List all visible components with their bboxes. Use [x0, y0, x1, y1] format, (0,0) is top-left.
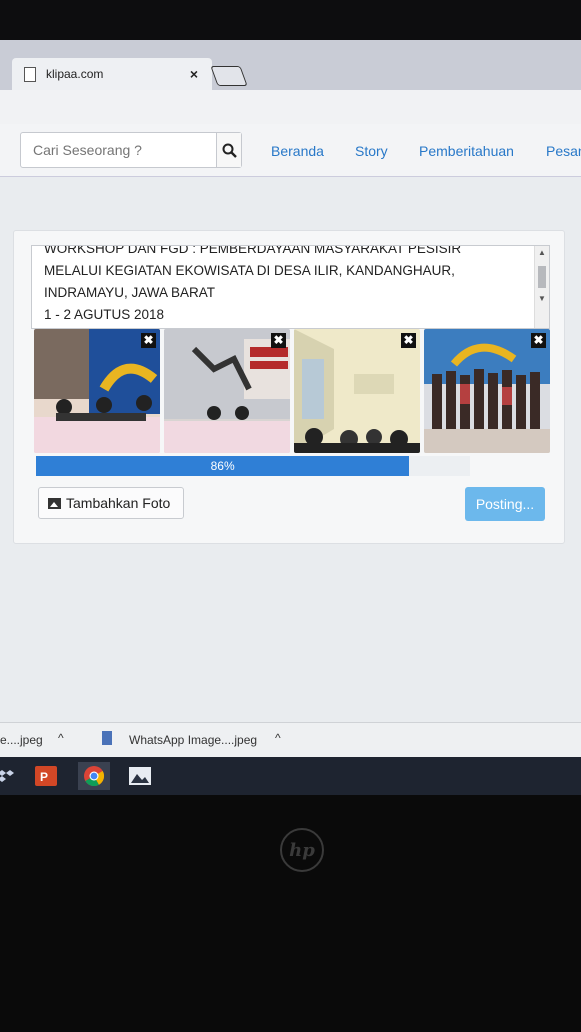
textarea-scrollbar[interactable]: ▲ ▼ [534, 246, 549, 328]
nav-beranda[interactable]: Beranda [271, 143, 324, 159]
search-box [20, 132, 242, 168]
dropbox-icon[interactable] [0, 762, 22, 790]
search-input[interactable] [21, 133, 216, 167]
upload-progress-bar: 86% [36, 456, 410, 476]
screen: klipaa.com × Beranda Story Pemberitahuan… [0, 40, 581, 795]
search-button[interactable] [216, 133, 241, 167]
scroll-down-icon[interactable]: ▼ [538, 294, 546, 303]
file-icon [102, 731, 112, 745]
remove-photo-icon[interactable]: ✖ [141, 333, 156, 348]
photo-thumbnail[interactable]: ✖ [294, 329, 420, 453]
chevron-up-icon[interactable]: ^ [275, 731, 281, 745]
chrome-icon[interactable] [78, 762, 110, 790]
post-textarea[interactable]: WORKSHOP DAN FGD : PEMBERDAYAAN MASYARAK… [31, 245, 550, 329]
photos-icon[interactable] [124, 762, 156, 790]
browser-tab-strip: klipaa.com × [0, 40, 581, 90]
browser-toolbar [0, 90, 581, 125]
tab-title: klipaa.com [46, 67, 104, 81]
powerpoint-icon[interactable]: P [30, 762, 62, 790]
taskbar: P [0, 757, 581, 795]
photo-thumbnail[interactable]: ✖ [424, 329, 550, 453]
post-text: WORKSHOP DAN FGD : PEMBERDAYAAN MASYARAK… [44, 245, 462, 322]
remove-photo-icon[interactable]: ✖ [401, 333, 416, 348]
download-bar: e....jpeg ^ WhatsApp Image....jpeg ^ [0, 722, 581, 758]
photo-thumbnails: ✖ ✖ ✖ ✖ [34, 329, 554, 453]
download-item[interactable]: WhatsApp Image....jpeg [129, 733, 257, 747]
photo-thumbnail[interactable]: ✖ [164, 329, 290, 453]
image-icon [48, 497, 61, 509]
scroll-thumb[interactable] [538, 266, 546, 288]
chevron-up-icon[interactable]: ^ [58, 731, 64, 745]
page-icon [24, 66, 36, 82]
nav-story[interactable]: Story [355, 143, 388, 159]
nav-pesan[interactable]: Pesan [546, 143, 581, 159]
nav-pemberitahuan[interactable]: Pemberitahuan [419, 143, 514, 159]
browser-tab[interactable]: klipaa.com × [12, 58, 212, 90]
scroll-up-icon[interactable]: ▲ [538, 248, 546, 257]
svg-text:P: P [40, 770, 48, 784]
laptop-bezel-top [0, 0, 581, 45]
hp-logo: hp [280, 828, 324, 872]
remove-photo-icon[interactable]: ✖ [531, 333, 546, 348]
post-composer: WORKSHOP DAN FGD : PEMBERDAYAAN MASYARAK… [13, 230, 565, 544]
search-icon [222, 143, 237, 158]
tab-close-icon[interactable]: × [190, 66, 198, 82]
download-item[interactable]: e....jpeg [0, 733, 43, 747]
posting-button[interactable]: Posting... [465, 487, 545, 521]
remove-photo-icon[interactable]: ✖ [271, 333, 286, 348]
add-photo-label: Tambahkan Foto [66, 495, 171, 511]
site-navbar: Beranda Story Pemberitahuan Pesan [0, 124, 581, 177]
upload-progress: 86% [36, 456, 470, 476]
add-photo-button[interactable]: Tambahkan Foto [38, 487, 184, 519]
photo-thumbnail[interactable]: ✖ [34, 329, 160, 453]
new-tab-button[interactable] [210, 66, 248, 86]
